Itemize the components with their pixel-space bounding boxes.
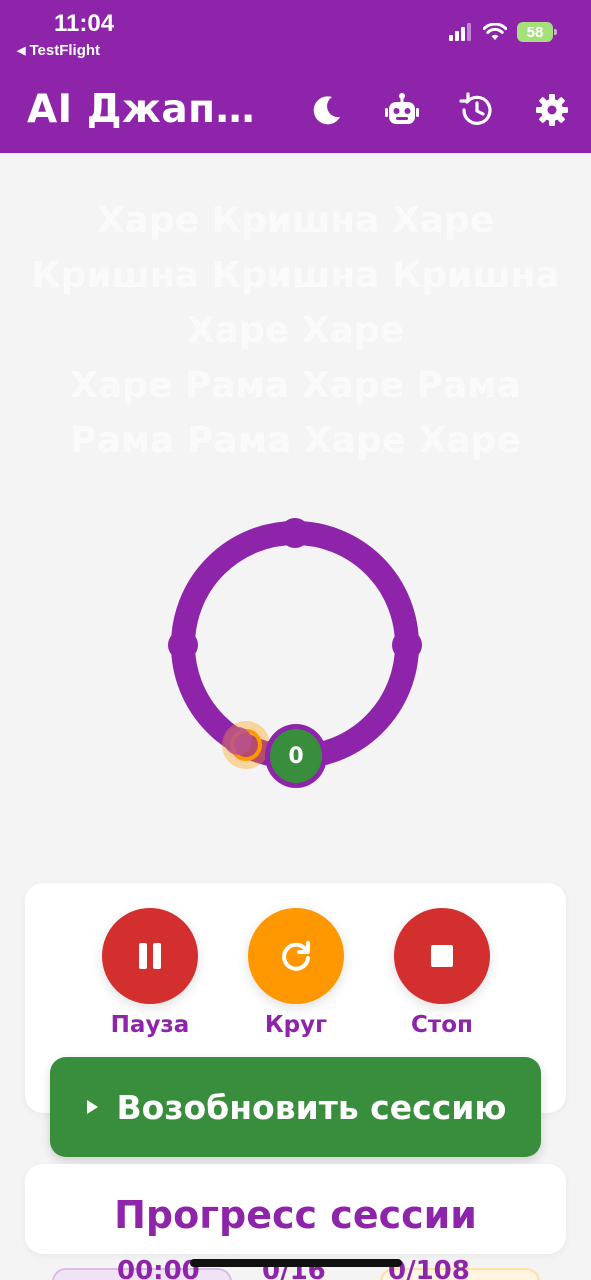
pause-icon (139, 943, 161, 969)
theme-toggle-button[interactable] (305, 88, 349, 132)
app-bar: 11:04 ◀ TestFlight 58 AI Джап… (0, 0, 591, 153)
stop-button[interactable] (394, 908, 490, 1004)
robot-icon (385, 93, 419, 124)
current-bead (224, 727, 252, 755)
round-label: Круг (264, 1012, 328, 1038)
mantra-text: Харе Кришна Харе Кришна Кришна Кришна Ха… (0, 193, 591, 468)
back-triangle-icon: ◀ (17, 45, 26, 57)
round-button[interactable] (248, 908, 344, 1004)
mantra-line: Кришна Кришна Кришна (31, 255, 560, 296)
refresh-icon (282, 941, 310, 971)
mantra-line: Харе Кришна Харе (96, 200, 495, 241)
testflight-back-link[interactable]: ◀ TestFlight (17, 42, 100, 59)
status-icons: 58 (449, 22, 557, 42)
history-button[interactable] (455, 88, 499, 132)
moon-icon (313, 96, 340, 125)
ai-assistant-button[interactable] (380, 88, 424, 132)
current-bead-ring (230, 729, 262, 761)
mantra-line: Харе Рама Харе Рама (70, 365, 521, 406)
session-time: 00:00 (117, 1256, 200, 1280)
current-bead-glow (222, 721, 270, 769)
gear-icon (536, 94, 568, 126)
mala-bead (392, 630, 422, 660)
resume-session-label: Возобновить сессию (116, 1087, 507, 1127)
mala-bead (168, 630, 198, 660)
signal-icon (449, 23, 471, 41)
testflight-label: TestFlight (29, 42, 101, 59)
pause-label: Пауза (110, 1012, 190, 1038)
bead-counter: 0 (265, 724, 327, 788)
stop-icon (431, 945, 453, 967)
play-icon (86, 1100, 98, 1114)
resume-session-button[interactable]: Возобновить сессию (50, 1057, 541, 1157)
mantra-line: Харе Харе (186, 310, 404, 351)
mala-bead (280, 518, 310, 548)
wifi-icon (483, 23, 507, 40)
battery-level: 58 (526, 23, 544, 41)
progress-title: Прогресс сессии (114, 1193, 477, 1237)
bead-counter-value: 0 (288, 743, 304, 769)
battery-indicator: 58 (517, 22, 557, 42)
pause-button[interactable] (102, 908, 198, 1004)
history-icon (459, 92, 492, 125)
mantra-line: Рама Рама Харе Харе (70, 420, 521, 461)
status-time: 11:04 (54, 10, 115, 37)
stop-label: Стоп (411, 1012, 473, 1038)
app-title: AI Джап… (27, 87, 256, 132)
home-indicator[interactable] (190, 1259, 402, 1267)
settings-button[interactable] (530, 88, 574, 132)
